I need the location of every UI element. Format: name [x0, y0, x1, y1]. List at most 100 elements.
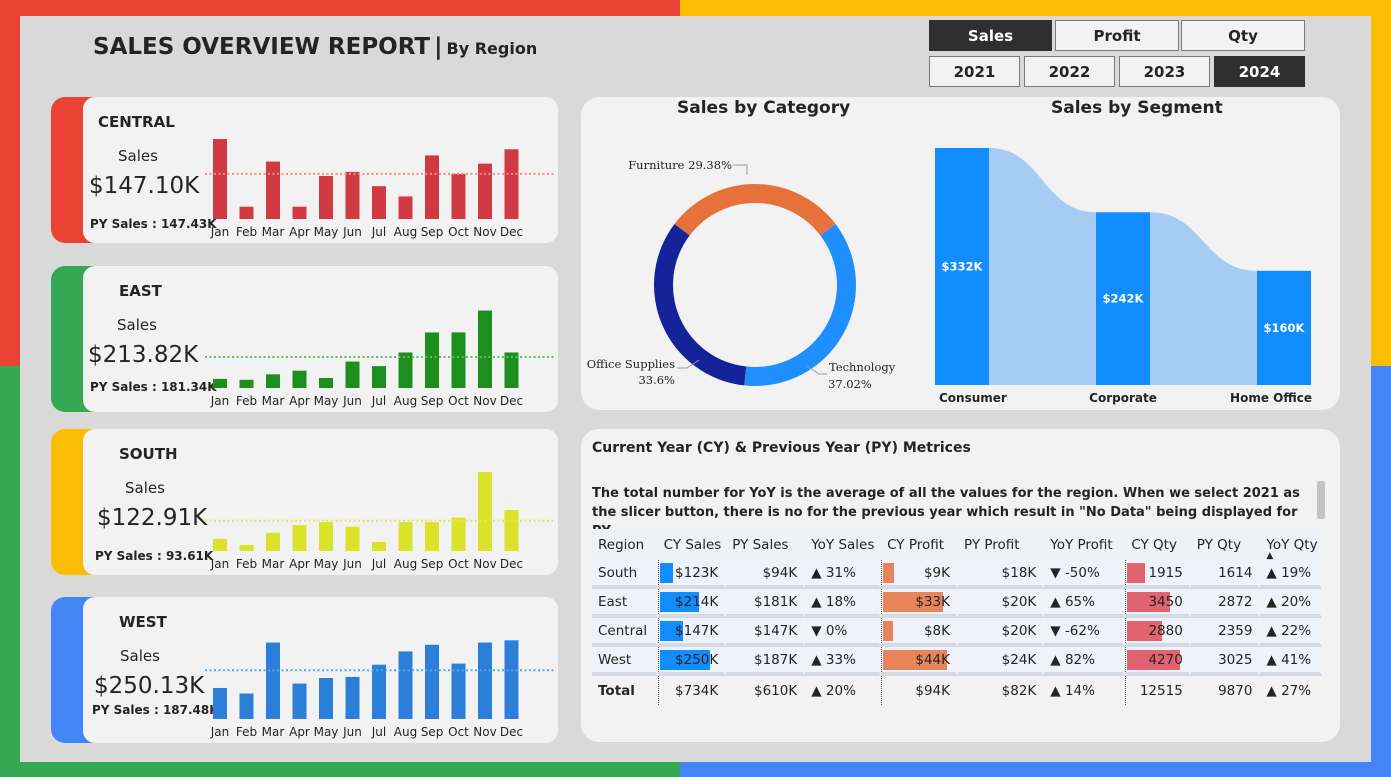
- month-bar[interactable]: [266, 161, 280, 219]
- technology-label: Technology: [829, 360, 896, 374]
- month-label: Jan: [210, 557, 230, 571]
- month-bar[interactable]: [372, 541, 386, 551]
- month-bar[interactable]: [478, 642, 492, 719]
- month-bar[interactable]: [451, 173, 466, 219]
- month-bar[interactable]: [504, 640, 519, 719]
- month-bar[interactable]: [372, 186, 386, 219]
- month-bar[interactable]: [345, 361, 360, 388]
- cell-value: Central: [598, 622, 648, 639]
- cell-value: $94K: [915, 682, 950, 699]
- region-card-east: EAST Sales $213.82K PY Sales : 181.34K J…: [51, 266, 558, 412]
- table-row[interactable]: Central $147K $147K ▼ 0% $8K $20K ▼ -62% 2880 23…: [592, 618, 1322, 647]
- month-bar[interactable]: [213, 538, 227, 551]
- region-card-west: WEST Sales $250.13K PY Sales : 187.48K J…: [51, 597, 558, 743]
- month-bar[interactable]: [319, 678, 333, 719]
- col-py-profit[interactable]: PY Profit: [958, 529, 1045, 560]
- month-bar[interactable]: [372, 664, 386, 719]
- slicer-2021[interactable]: 2021: [929, 56, 1020, 87]
- month-bar[interactable]: [451, 517, 466, 551]
- month-bar[interactable]: [372, 366, 386, 388]
- col-yoy-sales[interactable]: YoY Sales: [805, 529, 882, 560]
- table-row[interactable]: East $214K $181K ▲ 18% $33K $20K ▲ 65% 3450 2872…: [592, 589, 1322, 618]
- month-bar[interactable]: [213, 139, 227, 219]
- month-bar[interactable]: [425, 644, 439, 719]
- slicer-2024[interactable]: 2024: [1214, 56, 1305, 87]
- month-label: Oct: [448, 725, 469, 739]
- col-py-qty[interactable]: PY Qty: [1190, 529, 1261, 560]
- note-scrollbar[interactable]: [1317, 481, 1325, 519]
- month-bar[interactable]: [451, 332, 466, 388]
- month-label: Nov: [473, 225, 496, 239]
- slicer-profit[interactable]: Profit: [1055, 20, 1179, 51]
- month-bar[interactable]: [239, 693, 254, 719]
- cell-py-profit: $20K: [958, 618, 1045, 647]
- cell-cy-qty: 4270: [1125, 647, 1191, 676]
- month-bar[interactable]: [398, 651, 413, 719]
- month-bar[interactable]: [398, 522, 413, 551]
- month-label: Mar: [262, 725, 285, 739]
- month-bar[interactable]: [319, 175, 333, 219]
- month-bar[interactable]: [478, 472, 492, 551]
- cell-region: Total: [592, 676, 658, 705]
- month-bar[interactable]: [292, 206, 307, 219]
- slicer-sales[interactable]: Sales: [929, 20, 1052, 51]
- col-cy-sales[interactable]: CY Sales: [657, 529, 727, 560]
- month-bar[interactable]: [398, 352, 413, 388]
- month-bar[interactable]: [213, 687, 227, 719]
- table-row[interactable]: South $123K $94K ▲ 31% $9K $18K ▼ -50% 1915 1614…: [592, 560, 1322, 589]
- monthly-sales-chart: Jan Feb Mar Apr May Jun Jul Aug Sep Oct Nov Dec: [205, 310, 556, 408]
- month-bar[interactable]: [345, 676, 360, 719]
- month-bar[interactable]: [239, 206, 254, 219]
- month-bar[interactable]: [213, 378, 227, 388]
- month-label: Sep: [421, 725, 444, 739]
- month-bar[interactable]: [425, 332, 439, 388]
- month-bar[interactable]: [266, 642, 280, 719]
- month-bar[interactable]: [239, 379, 254, 388]
- month-bar[interactable]: [319, 377, 333, 388]
- month-bar[interactable]: [425, 155, 439, 219]
- month-bar[interactable]: [292, 525, 307, 551]
- month-label: Mar: [262, 557, 285, 571]
- col-region[interactable]: Region: [592, 529, 658, 560]
- month-bar[interactable]: [398, 196, 413, 219]
- month-bar[interactable]: [266, 374, 280, 388]
- slicer-qty[interactable]: Qty: [1181, 20, 1305, 51]
- col-cy-qty[interactable]: CY Qty: [1125, 529, 1191, 560]
- furniture-label: Furniture 29.38%: [628, 158, 732, 172]
- month-bar[interactable]: [478, 163, 492, 219]
- cell-py-sales: $187K: [726, 647, 806, 676]
- py-sales: PY Sales : 187.48K: [92, 703, 219, 717]
- month-bar[interactable]: [319, 522, 333, 551]
- month-bar[interactable]: [451, 663, 466, 719]
- col-yoy-profit[interactable]: YoY Profit: [1044, 529, 1126, 560]
- col-py-sales[interactable]: PY Sales: [726, 529, 806, 560]
- month-bar[interactable]: [345, 171, 360, 219]
- month-bar[interactable]: [292, 683, 307, 719]
- slicer-2023[interactable]: 2023: [1119, 56, 1210, 87]
- slicer-2022[interactable]: 2022: [1024, 56, 1115, 87]
- cell-value: $9K: [923, 564, 950, 581]
- cell-value: 4270: [1148, 651, 1183, 668]
- month-bar[interactable]: [504, 510, 519, 551]
- month-bar[interactable]: [239, 544, 254, 551]
- month-bar[interactable]: [266, 532, 280, 551]
- month-bar[interactable]: [425, 522, 439, 551]
- month-bar[interactable]: [345, 526, 360, 551]
- donut-slice-furniture[interactable]: [674, 184, 836, 236]
- month-bar[interactable]: [478, 310, 492, 388]
- table-row[interactable]: West $250K $187K ▲ 33% $44K $24K ▲ 82% 4270 3025…: [592, 647, 1322, 676]
- month-bar[interactable]: [504, 149, 519, 219]
- month-label: May: [314, 394, 339, 408]
- cell-value: ▲ 20%: [1266, 593, 1312, 610]
- axis-line: [657, 560, 659, 585]
- cell-py-sales: $610K: [726, 676, 806, 705]
- col-yoy-qty[interactable]: YoY Qty ▲: [1260, 529, 1322, 561]
- cell-region: East: [592, 589, 658, 618]
- col-cy-profit[interactable]: CY Profit: [881, 529, 958, 560]
- table-total-row[interactable]: Total $734K $610K ▲ 20% $94K $82K ▲ 14% 12515 98…: [592, 676, 1322, 705]
- axis-line: [1125, 589, 1127, 614]
- cell-value: West: [598, 651, 632, 668]
- cell-cy-sales: $147K: [657, 618, 727, 647]
- month-label: Jul: [371, 557, 386, 571]
- month-bar[interactable]: [292, 370, 307, 388]
